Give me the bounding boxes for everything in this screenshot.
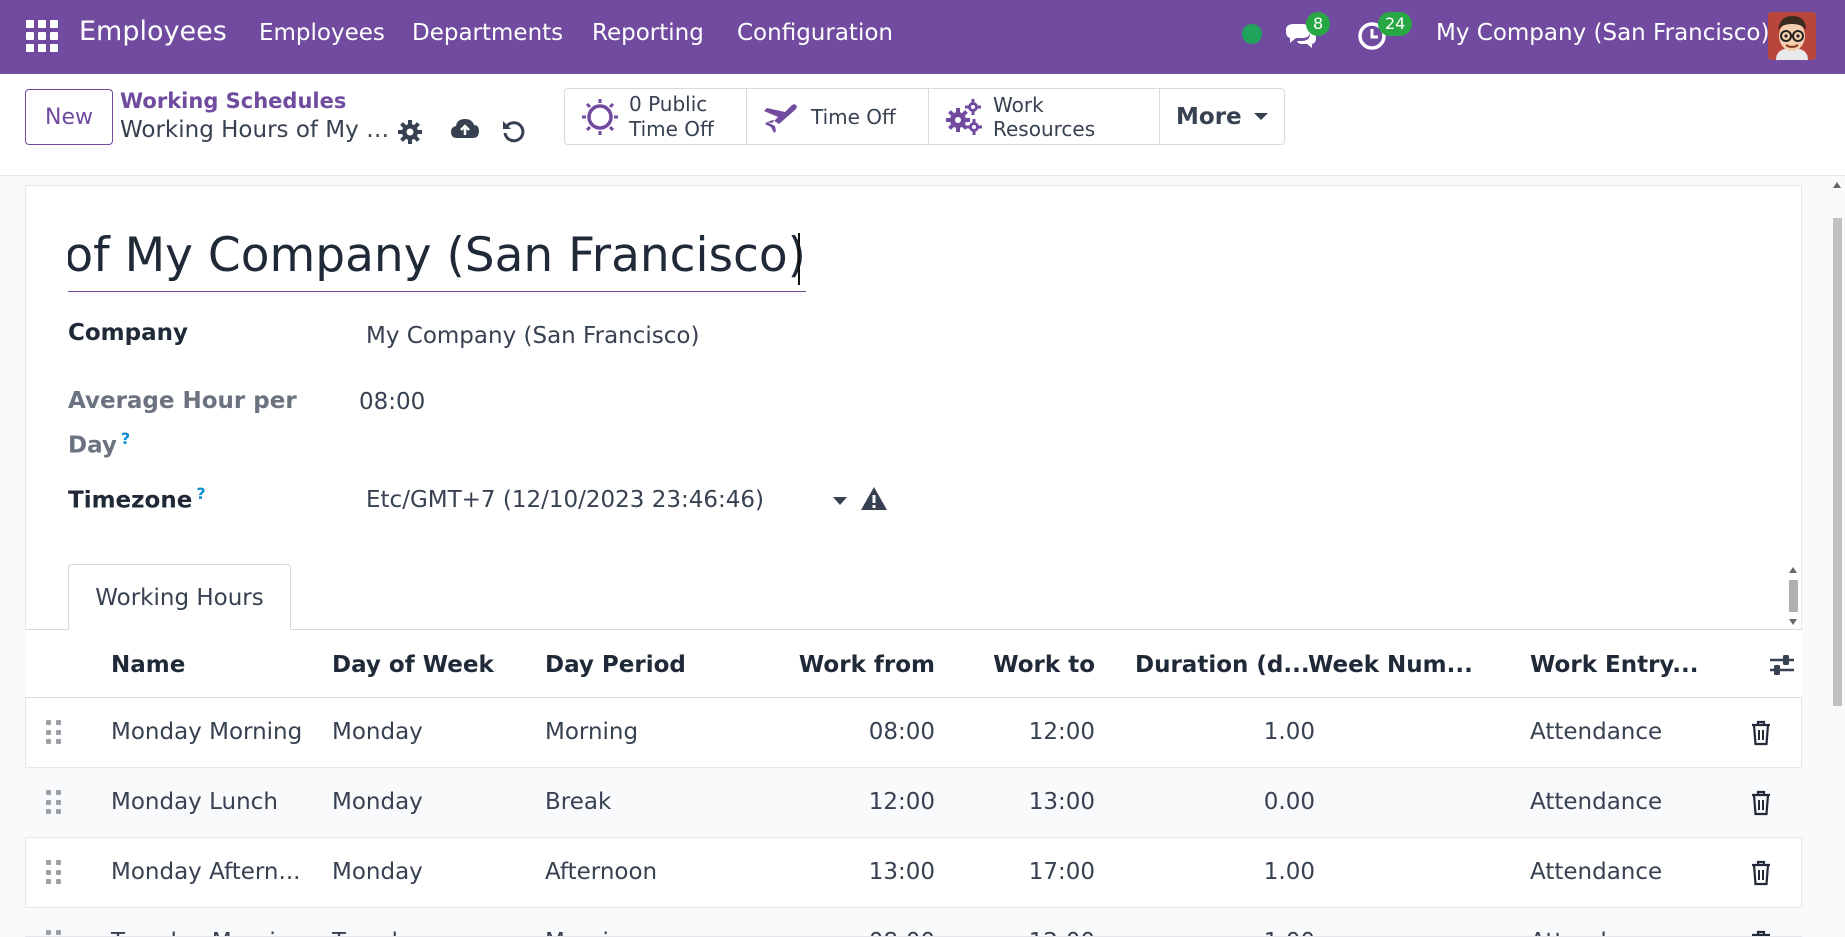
- cell-work-entry[interactable]: Attendance: [1530, 789, 1662, 815]
- trash-icon[interactable]: [1749, 720, 1773, 746]
- table-row[interactable]: Tuesday Morning Tuesday Morning 08:00 12…: [25, 908, 1802, 937]
- public-time-off-label: Time Off: [629, 116, 714, 141]
- tab-working-hours[interactable]: Working Hours: [68, 564, 291, 630]
- menu-configuration[interactable]: Configuration: [737, 20, 893, 46]
- breadcrumb-current: Working Hours of My Company (San Francis…: [120, 117, 390, 143]
- cell-work-entry[interactable]: Attendance: [1530, 719, 1662, 745]
- menu-employees[interactable]: Employees: [259, 20, 385, 46]
- public-time-off-count: 0 Public: [629, 91, 708, 116]
- table-row[interactable]: Monday Aftern... Monday Afternoon 13:00 …: [25, 838, 1802, 908]
- cell-period[interactable]: Morning: [545, 929, 638, 936]
- work-resources-button[interactable]: Work Resources: [929, 89, 1160, 144]
- cell-to[interactable]: 12:00: [945, 719, 1095, 745]
- cell-from[interactable]: 08:00: [765, 719, 935, 745]
- avg-hour-label: Average Hour per Day?: [68, 388, 297, 459]
- trash-icon[interactable]: [1749, 860, 1773, 886]
- cell-work-entry[interactable]: Attendance: [1530, 929, 1662, 936]
- cell-work-entry[interactable]: Attendance: [1530, 859, 1662, 885]
- sun-icon: [582, 98, 618, 135]
- warning-icon: [860, 485, 888, 513]
- cell-to[interactable]: 17:00: [945, 859, 1095, 885]
- cell-duration[interactable]: 1.00: [1125, 929, 1315, 936]
- cell-day[interactable]: Monday: [332, 859, 423, 885]
- column-day-period[interactable]: Day Period: [545, 652, 686, 678]
- user-avatar[interactable]: [1768, 12, 1816, 60]
- gear-icon[interactable]: [396, 118, 424, 146]
- company-switcher[interactable]: My Company (San Francisco): [1436, 20, 1769, 46]
- cell-day[interactable]: Monday: [332, 789, 423, 815]
- apps-menu-icon[interactable]: [26, 20, 58, 52]
- plane-icon: [764, 103, 797, 133]
- cell-name[interactable]: Monday Aftern...: [111, 859, 300, 885]
- drag-handle-icon[interactable]: [46, 720, 62, 746]
- cell-from[interactable]: 12:00: [765, 789, 935, 815]
- top-navbar: Employees Employees Departments Reportin…: [0, 0, 1845, 74]
- cell-day[interactable]: Tuesday: [332, 929, 426, 936]
- text-cursor: [798, 233, 800, 285]
- cell-duration[interactable]: 0.00: [1125, 789, 1315, 815]
- cell-name[interactable]: Monday Morning: [111, 719, 302, 745]
- cell-period[interactable]: Morning: [545, 719, 638, 745]
- menu-departments[interactable]: Departments: [412, 20, 563, 46]
- menu-reporting[interactable]: Reporting: [592, 20, 704, 46]
- help-tooltip-icon[interactable]: ?: [196, 484, 205, 503]
- caret-down-icon: [1253, 113, 1268, 120]
- save-cloud-icon[interactable]: [450, 116, 479, 144]
- public-time-off-button[interactable]: 0 Public Time Off: [565, 89, 747, 144]
- column-week-number[interactable]: Week Num...: [1308, 652, 1473, 678]
- dropdown-caret-icon[interactable]: [833, 497, 847, 505]
- trash-icon[interactable]: [1749, 790, 1773, 816]
- app-name[interactable]: Employees: [79, 16, 227, 47]
- schedule-name-input[interactable]: Working Hours of My Company (San Francis…: [68, 228, 806, 292]
- column-day-of-week[interactable]: Day of Week: [332, 652, 494, 678]
- table-row[interactable]: Monday Lunch Monday Break 12:00 13:00 0.…: [25, 768, 1802, 838]
- more-dropdown-button[interactable]: More: [1160, 89, 1284, 144]
- company-label: Company: [68, 320, 188, 346]
- work-resources-label: Work Resources: [993, 92, 1096, 141]
- cell-duration[interactable]: 1.00: [1125, 859, 1315, 885]
- column-work-entry[interactable]: Work Entry...: [1530, 652, 1699, 678]
- cell-period[interactable]: Afternoon: [545, 859, 657, 885]
- cell-period[interactable]: Break: [545, 789, 611, 815]
- cell-from[interactable]: 08:00: [765, 929, 935, 936]
- drag-handle-icon[interactable]: [46, 790, 62, 816]
- drag-handle-icon[interactable]: [46, 860, 62, 886]
- breadcrumb-parent[interactable]: Working Schedules: [120, 89, 346, 113]
- cell-day[interactable]: Monday: [332, 719, 423, 745]
- optional-columns-icon[interactable]: [1768, 653, 1796, 677]
- column-work-from[interactable]: Work from: [765, 652, 935, 678]
- column-name[interactable]: Name: [111, 652, 185, 678]
- page-scrollbar[interactable]: [1830, 176, 1845, 937]
- table-row[interactable]: Monday Morning Monday Morning 08:00 12:0…: [25, 698, 1802, 768]
- presence-status-icon: [1242, 24, 1262, 44]
- table-header: Name Day of Week Day Period Work from Wo…: [25, 630, 1802, 698]
- cell-name[interactable]: Tuesday Morning: [111, 929, 305, 936]
- new-button[interactable]: New: [25, 89, 113, 145]
- smart-buttons: 0 Public Time Off Time Off Work Resource…: [564, 88, 1285, 145]
- inner-scrollbar[interactable]: [1787, 565, 1800, 627]
- avg-hour-field[interactable]: 08:00: [359, 389, 425, 415]
- cell-name[interactable]: Monday Lunch: [111, 789, 278, 815]
- cell-duration[interactable]: 1.00: [1125, 719, 1315, 745]
- cell-to[interactable]: 13:00: [945, 789, 1095, 815]
- time-off-button[interactable]: Time Off: [747, 89, 929, 144]
- timezone-select[interactable]: Etc/GMT+7 (12/10/2023 23:46:46): [366, 487, 764, 513]
- cell-to[interactable]: 12:00: [945, 929, 1095, 936]
- company-field[interactable]: My Company (San Francisco): [366, 323, 699, 349]
- activities-badge: 24: [1378, 12, 1413, 36]
- more-label: More: [1176, 103, 1242, 130]
- column-duration[interactable]: Duration (d...: [1135, 652, 1310, 678]
- time-off-label: Time Off: [811, 104, 896, 129]
- cell-from[interactable]: 13:00: [765, 859, 935, 885]
- drag-handle-icon[interactable]: [46, 930, 62, 936]
- trash-icon[interactable]: [1749, 930, 1773, 936]
- discard-undo-icon[interactable]: [500, 117, 528, 145]
- column-work-to[interactable]: Work to: [945, 652, 1095, 678]
- timezone-label: Timezone?: [68, 484, 206, 514]
- messages-badge: 8: [1306, 12, 1331, 36]
- gears-icon: [946, 98, 982, 135]
- help-tooltip-icon[interactable]: ?: [121, 429, 130, 448]
